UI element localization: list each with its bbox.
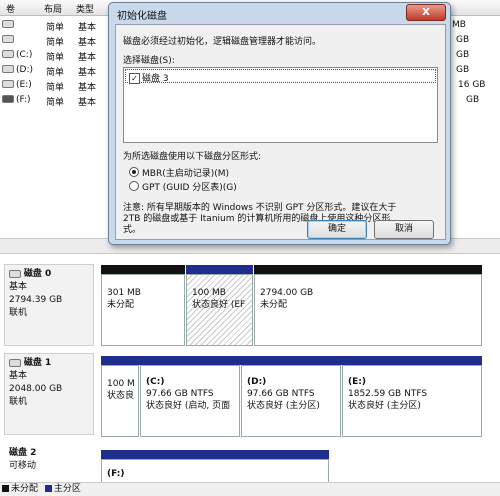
- gpt-radio[interactable]: [129, 181, 139, 191]
- disk-1-label[interactable]: 磁盘 1 基本 2048.00 GB 联机: [4, 353, 94, 435]
- drive-icon: [2, 95, 14, 103]
- unallocated-bar: [101, 265, 185, 274]
- legend-primary: 主分区: [53, 484, 81, 494]
- primary-bar: [101, 356, 482, 365]
- mbr-label[interactable]: MBR(主启动记录)(M): [142, 166, 229, 179]
- note-line-3: 式。: [123, 225, 142, 235]
- drive-icon: [2, 80, 14, 88]
- partition-style-label: 为所选磁盘使用以下磁盘分区形式:: [123, 152, 262, 162]
- dialog-intro: 磁盘必须经过初始化，逻辑磁盘管理器才能访问。: [123, 37, 322, 47]
- drive-icon: [2, 50, 14, 58]
- initialize-disk-dialog: 初始化磁盘 X 磁盘必须经过初始化，逻辑磁盘管理器才能访问。 选择磁盘(S): …: [108, 2, 451, 245]
- primary-bar: [186, 265, 253, 274]
- partition-e[interactable]: (E:) 1852.59 GB NTFS 状态良好 (主分区): [342, 365, 482, 437]
- select-disk-label: 选择磁盘(S):: [123, 56, 175, 66]
- disk-2-label[interactable]: 磁盘 2 可移动: [4, 443, 94, 479]
- disk-icon: [9, 358, 21, 367]
- ok-button[interactable]: 确定: [307, 220, 367, 239]
- partition-efi[interactable]: 100 MB 状态良好 (EF: [186, 274, 253, 346]
- close-button[interactable]: X: [406, 4, 446, 21]
- partition-unallocated[interactable]: 301 MB 未分配: [101, 274, 185, 346]
- dialog-title: 初始化磁盘: [117, 11, 167, 22]
- primary-bar: [101, 450, 329, 459]
- unallocated-bar: [254, 265, 482, 274]
- disk-list-item[interactable]: ✓ 磁盘 3: [125, 69, 436, 84]
- partition-unallocated[interactable]: 2794.00 GB 未分配: [254, 274, 482, 346]
- unallocated-swatch: [2, 485, 9, 492]
- drive-icon: [2, 35, 14, 43]
- disk-icon: [9, 269, 21, 278]
- gpt-label[interactable]: GPT (GUID 分区表)(G): [142, 180, 237, 193]
- legend: 未分配 主分区: [0, 482, 500, 496]
- disk-0-label[interactable]: 磁盘 0 基本 2794.39 GB 联机: [4, 264, 94, 346]
- mbr-radio[interactable]: [129, 167, 139, 177]
- partition-d[interactable]: (D:) 97.66 GB NTFS 状态良好 (主分区): [241, 365, 341, 437]
- col-volume[interactable]: 卷: [6, 2, 15, 15]
- legend-unallocated: 未分配: [11, 484, 39, 494]
- partition-c[interactable]: (C:) 97.66 GB NTFS 状态良好 (启动, 页面: [140, 365, 240, 437]
- cancel-button[interactable]: 取消: [374, 220, 434, 239]
- drive-icon: [2, 65, 14, 73]
- disk-item-label: 磁盘 3: [142, 74, 169, 84]
- disk-map: 磁盘 0 基本 2794.39 GB 联机 301 MB 未分配 100 MB 状态…: [0, 255, 500, 496]
- drive-icon: [2, 20, 14, 28]
- disk-listbox[interactable]: ✓ 磁盘 3: [123, 67, 438, 143]
- primary-swatch: [44, 485, 52, 492]
- col-layout[interactable]: 布局: [44, 2, 62, 15]
- partition-system[interactable]: 100 M 状态良: [101, 365, 139, 437]
- dialog-body: 磁盘必须经过初始化，逻辑磁盘管理器才能访问。 选择磁盘(S): ✓ 磁盘 3 为…: [115, 24, 446, 240]
- disk-checkbox[interactable]: ✓: [129, 73, 140, 84]
- col-type[interactable]: 类型: [76, 2, 94, 15]
